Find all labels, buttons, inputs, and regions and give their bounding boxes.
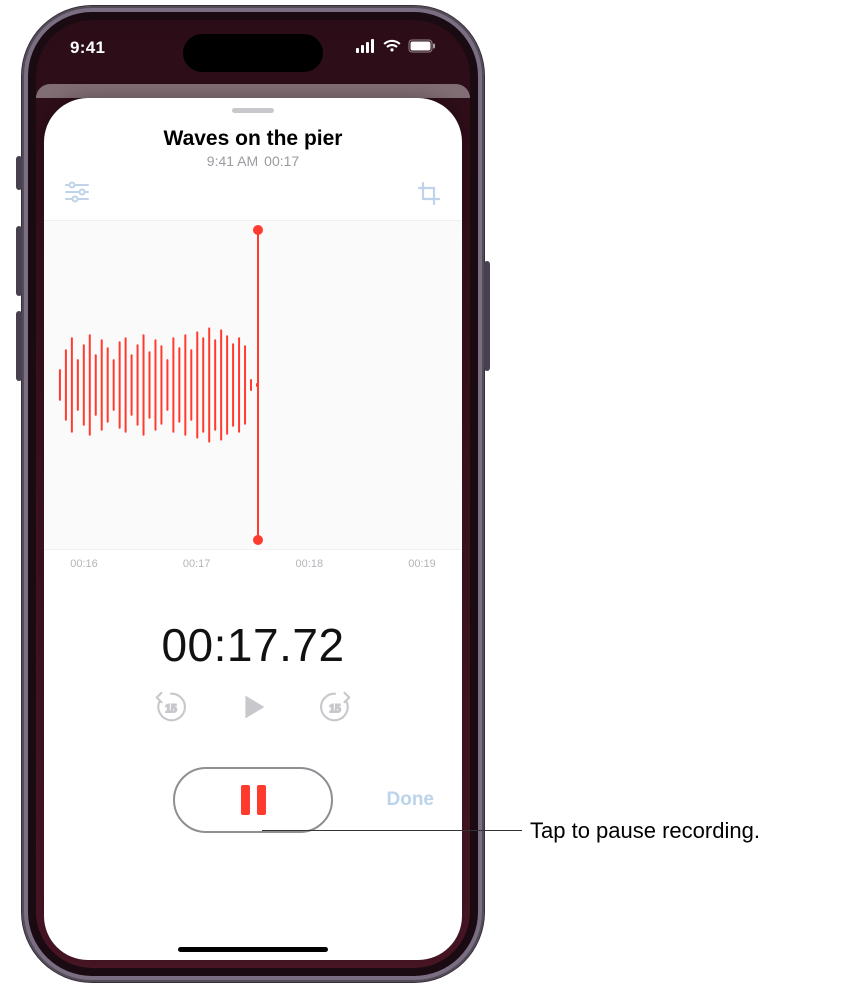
skip-forward-15-button[interactable]: 15	[316, 688, 354, 726]
waveform-visual	[44, 221, 462, 549]
wifi-icon	[382, 38, 402, 58]
recording-time-label: 9:41 AM	[207, 153, 258, 169]
power-hw-button	[484, 261, 490, 371]
tick-label: 00:16	[64, 558, 104, 570]
transport-controls: 15 15	[44, 688, 462, 726]
sheet-grab-handle[interactable]	[232, 108, 274, 113]
tick-label: 00:18	[289, 558, 329, 570]
waveform-area[interactable]	[44, 220, 462, 550]
battery-icon	[408, 38, 436, 58]
elapsed-time-display: 00:17.72	[44, 618, 462, 672]
recording-title: Waves on the pier	[44, 127, 462, 151]
dynamic-island	[183, 34, 323, 72]
tick-label: 00:19	[402, 558, 442, 570]
pause-icon	[241, 785, 266, 815]
callout-leader-line	[262, 830, 522, 831]
recording-subtitle: 9:41 AM 00:17	[44, 153, 462, 169]
volume-up-hw-button	[16, 226, 22, 296]
iphone-device-frame: 9:41 Waves on the pier 9:41 AM 00:17	[22, 6, 484, 982]
svg-text:15: 15	[329, 703, 341, 715]
playhead-indicator[interactable]	[257, 229, 259, 541]
callout-text: Tap to pause recording.	[530, 818, 760, 844]
skip-back-15-button[interactable]: 15	[152, 688, 190, 726]
pause-recording-button[interactable]	[173, 767, 333, 833]
home-indicator[interactable]	[178, 947, 328, 952]
trim-crop-icon[interactable]	[416, 181, 442, 212]
volume-down-hw-button	[16, 311, 22, 381]
timeline-ticks: 00:16 00:17 00:18 00:19	[44, 550, 462, 570]
done-button[interactable]: Done	[387, 789, 435, 811]
settings-sliders-icon[interactable]	[64, 181, 90, 212]
play-button[interactable]	[234, 688, 272, 726]
cellular-icon	[356, 38, 376, 58]
svg-text:15: 15	[165, 703, 177, 715]
tick-label: 00:17	[177, 558, 217, 570]
screen: 9:41 Waves on the pier 9:41 AM 00:17	[36, 20, 470, 968]
sheet-behind-hint	[36, 84, 470, 98]
statusbar-time: 9:41	[70, 38, 105, 58]
recording-duration-label: 00:17	[264, 153, 299, 169]
silence-switch	[16, 156, 22, 190]
